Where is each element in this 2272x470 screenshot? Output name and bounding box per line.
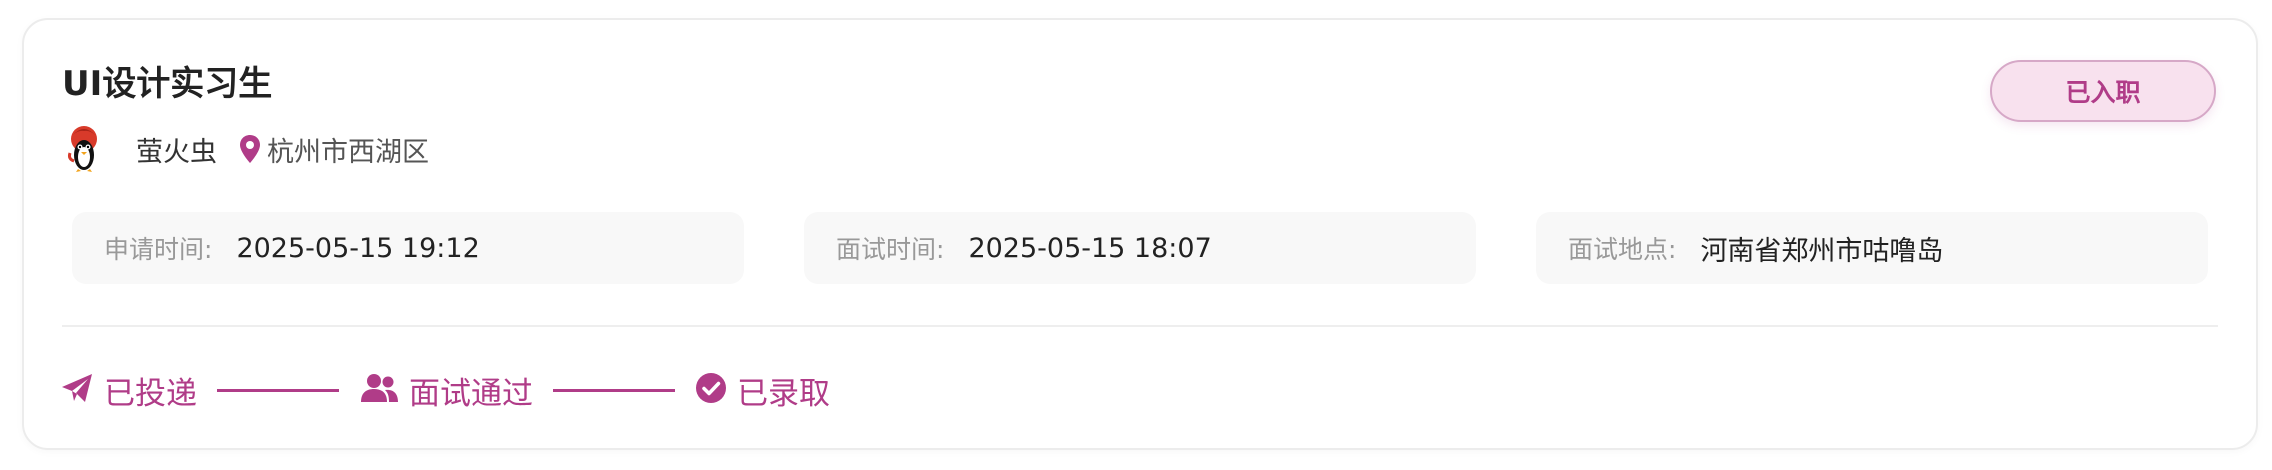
job-title: UI设计实习生 (62, 64, 273, 104)
progress-step-label: 面试通过 (409, 375, 533, 412)
status-badge: 已入职 (1990, 60, 2216, 122)
check-circle-icon (695, 372, 727, 408)
interview-location-label: 面试地点: (1568, 235, 1677, 264)
progress-connector (553, 388, 675, 392)
location-pin-icon (239, 134, 261, 164)
apply-time-box: 申请时间: 2025-05-15 19:12 (72, 212, 744, 284)
divider (62, 325, 2218, 327)
progress-connector (217, 388, 339, 392)
progress-step-hired: 已录取 (695, 368, 830, 413)
progress-step-label: 已投递 (104, 375, 197, 412)
apply-time-value: 2025-05-15 19:12 (236, 232, 480, 264)
users-icon (359, 372, 399, 408)
progress-step-interview-passed: 面试通过 (359, 368, 533, 413)
interview-location-value: 河南省郑州市咕噜岛 (1700, 235, 1944, 267)
progress-timeline: 已投递 面试通过 已录取 (60, 364, 830, 416)
apply-time-label: 申请时间: (104, 235, 213, 264)
progress-step-label: 已录取 (737, 375, 830, 412)
progress-step-submitted: 已投递 (60, 368, 197, 413)
interview-time-label: 面试时间: (836, 235, 945, 264)
company-name: 萤火虫 (136, 136, 217, 168)
interview-time-box: 面试时间: 2025-05-15 18:07 (804, 212, 1476, 284)
company-avatar (64, 125, 104, 173)
interview-time-value: 2025-05-15 18:07 (968, 232, 1212, 264)
interview-location-box: 面试地点: 河南省郑州市咕噜岛 (1536, 212, 2208, 284)
company-meta-row: 萤火虫 杭州市西湖区 (64, 124, 429, 174)
location-text: 杭州市西湖区 (267, 136, 429, 168)
paper-plane-icon (60, 372, 94, 408)
